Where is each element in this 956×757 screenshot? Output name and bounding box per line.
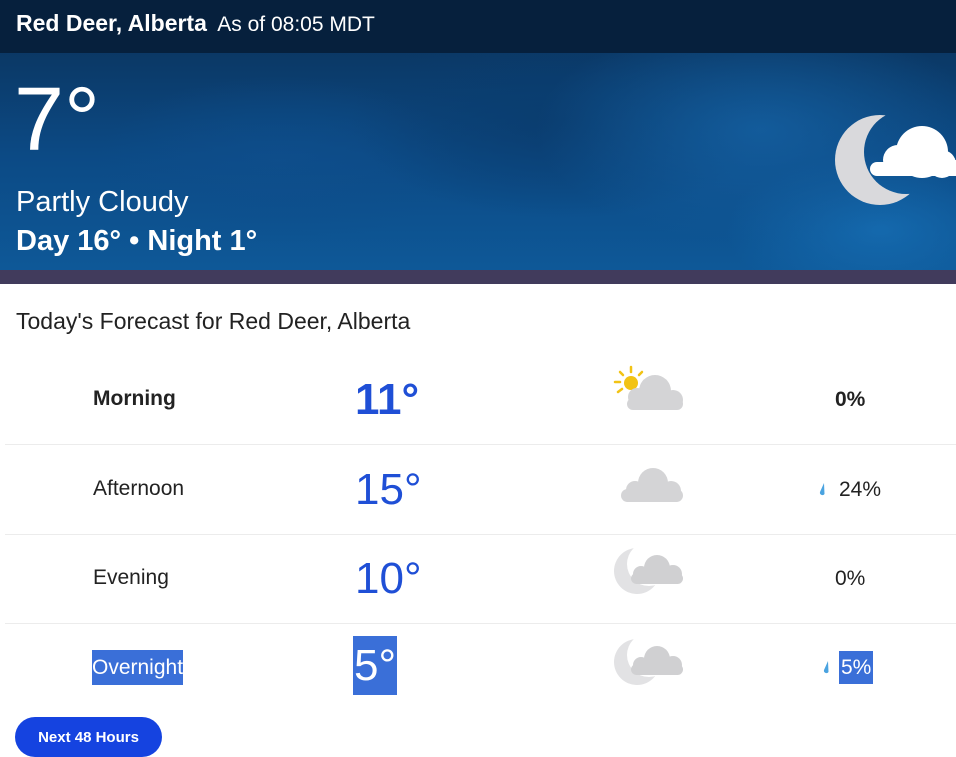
period-temperature: 11° [355,375,420,424]
forecast-title: Today's Forecast for Red Deer, Alberta [16,308,411,334]
raindrop-icon [819,483,825,496]
forecast-row-evening: Evening 10° 0% [5,534,956,624]
raindrop-icon [823,661,829,674]
period-temperature: 5° [353,636,398,695]
sun-cloud-icon [613,365,683,410]
current-temperature: 7° [14,70,101,170]
moon-cloud-icon [614,639,683,685]
forecast-row-overnight: Overnight 5° 5% [5,623,956,712]
cloud-icon [621,468,683,502]
period-label: Morning [93,387,176,410]
precip-chance: 24% [819,478,881,502]
hero-divider [0,270,956,284]
precip-chance: 0% [835,388,866,411]
precip-value: 24% [839,478,882,501]
location-name: Red Deer, Alberta [16,10,207,36]
period-temperature: 10° [355,554,422,603]
period-label: Evening [93,566,169,589]
as-of-timestamp: As of 08:05 MDT [217,13,375,36]
next-48-hours-button[interactable]: Next 48 Hours [15,717,162,757]
moon-cloud-icon [835,115,956,205]
location-header: Red Deer, Alberta As of 08:05 MDT [16,10,375,37]
precip-chance: 0% [835,567,866,590]
period-label: Afternoon [93,477,185,500]
precip-value: 5% [839,651,874,684]
current-condition: Partly Cloudy [16,186,189,218]
period-temperature: 15° [355,465,422,514]
current-conditions-hero: Red Deer, Alberta As of 08:05 MDT 7° Par… [0,0,956,284]
forecast-row-afternoon: Afternoon 15° 24% [5,445,956,535]
precip-chance: 5% [823,651,874,684]
moon-cloud-icon [614,548,683,594]
day-night-temps: Day 16° • Night 1° [16,225,258,257]
period-label: Overnight [92,650,184,685]
forecast-row-morning: Morning 11° 0% [5,355,956,445]
